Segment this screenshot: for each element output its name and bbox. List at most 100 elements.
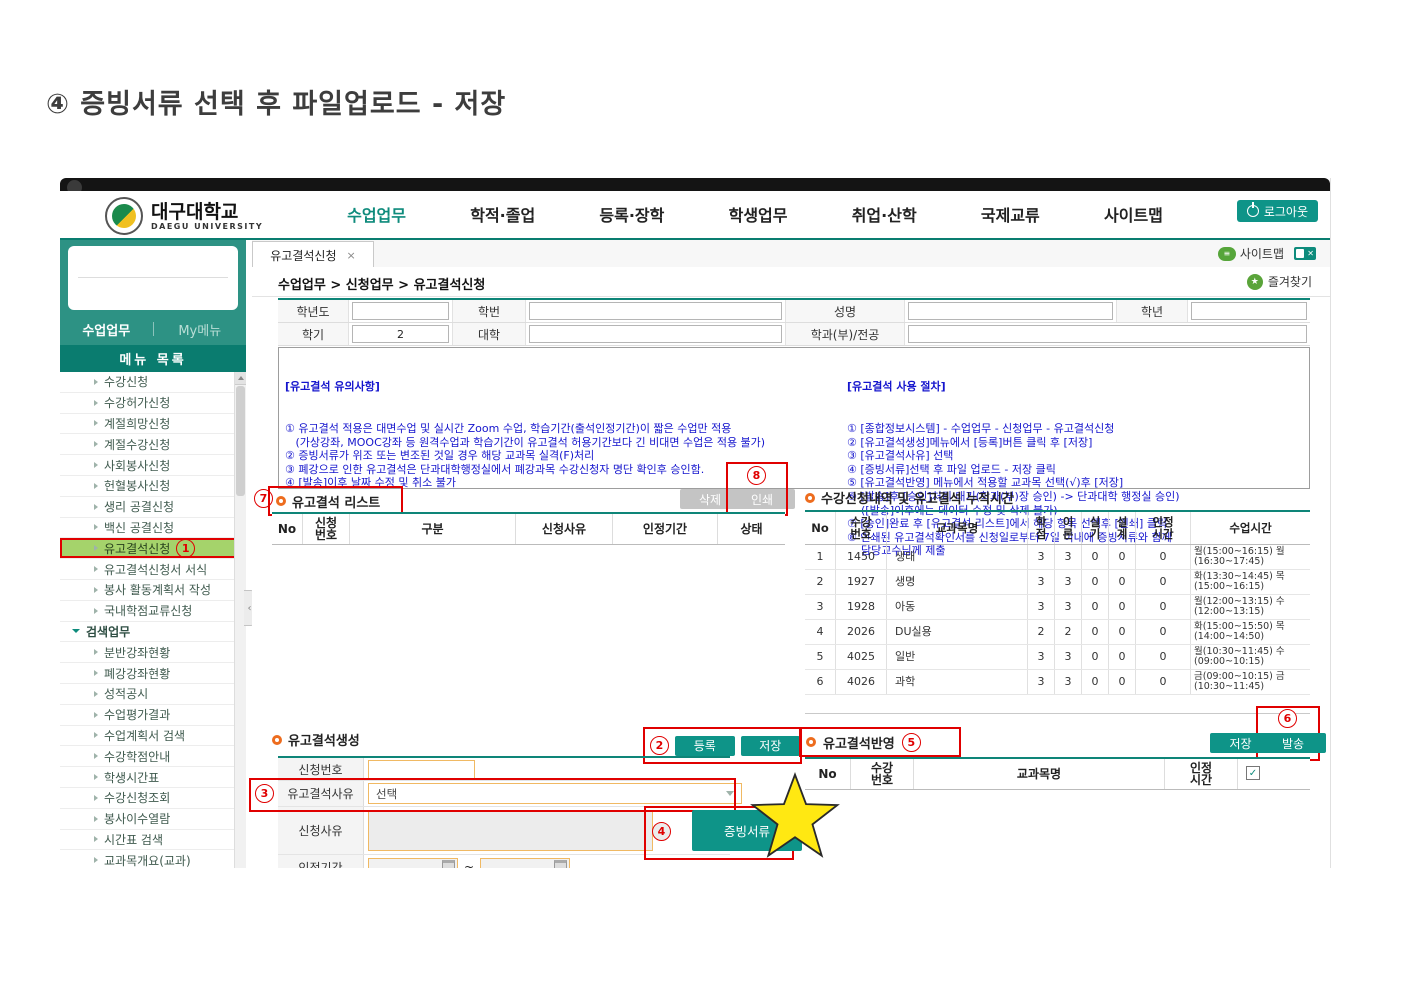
reason-textarea[interactable] (368, 811, 653, 851)
breadcrumb: 수업업무 > 신청업무 > 유고결석신청 (278, 274, 485, 293)
logout-button[interactable]: 로그아웃 (1237, 200, 1318, 222)
calendar-icon[interactable] (442, 860, 455, 868)
sidebar-menu-item[interactable]: 학생시간표 (60, 767, 246, 788)
period-start-input[interactable] (368, 858, 458, 868)
sidebar-menu-item[interactable]: 교과목개요(교과) (60, 850, 246, 868)
sidebar-menu-item[interactable]: 봉사이수열람 (60, 809, 246, 830)
arrow-icon (94, 712, 98, 718)
nav-item[interactable]: 등록·장학 (599, 202, 664, 226)
sidebar-menu-item[interactable]: 백신 공결신청 (60, 518, 246, 539)
cell-credit: 3 (1028, 645, 1055, 669)
calendar-icon[interactable] (554, 860, 567, 868)
cell-hours: 0 (1136, 645, 1191, 669)
cell-time: 월(10:30~11:45) 수(09:00~10:15) (1191, 645, 1310, 669)
apply-section-title: 유고결석반영 (823, 733, 895, 752)
sidebar-menu-item[interactable]: 분반강좌현황 (60, 642, 246, 663)
sidebar-menu-item[interactable]: 사회봉사신청 (60, 455, 246, 476)
send-button[interactable]: 발송 (1260, 733, 1326, 753)
sidebar-menu-item[interactable]: 유고결석신청서 서식 (60, 559, 246, 580)
absence-list-header: No신청 번호구분신청사유인정기간상태 (272, 512, 785, 545)
sidebar-menu-item[interactable]: 수강허가신청 (60, 393, 246, 414)
cell-name: 아동 (887, 595, 1028, 619)
sidebar-item-label: 폐강강좌현황 (104, 665, 170, 682)
close-all-windows-icon[interactable]: ✕ (1294, 247, 1316, 260)
cell-no: 5 (805, 645, 836, 669)
scroll-thumb[interactable] (236, 386, 245, 496)
year-input[interactable] (352, 302, 449, 320)
sidebar: 수업업무 My메뉴 메뉴 목록 수강신청 수강허가신청 계절희망신청 (60, 240, 246, 868)
arrow-icon (94, 857, 98, 863)
sidebar-menu-item[interactable]: 봉사 활동계획서 작성 (60, 580, 246, 601)
college-input[interactable] (529, 325, 782, 343)
sidebar-menu-item[interactable]: 검색업무 (60, 622, 246, 643)
sidebar-menu-item[interactable]: 계절희망신청 (60, 414, 246, 435)
sidebar-menu-item[interactable]: 수강학점안내 (60, 746, 246, 767)
close-icon[interactable]: × (347, 249, 356, 262)
save-button[interactable]: 저장 (741, 736, 801, 756)
nav-item[interactable]: 수업업무 (347, 202, 406, 226)
university-emblem-icon (105, 197, 143, 235)
sitemap-link[interactable]: ≡ 사이트맵 (1218, 245, 1284, 262)
major-input[interactable] (908, 325, 1307, 343)
sidebar-menu-item[interactable]: 수업평가결과 (60, 705, 246, 726)
create-section-title: 유고결석생성 (272, 730, 360, 749)
cell-practice: 0 (1082, 570, 1109, 594)
select-all-checkbox[interactable]: ✓ (1246, 766, 1260, 780)
sidebar-menu-item[interactable]: 생리 공결신청 (60, 497, 246, 518)
nav-item[interactable]: 학생업무 (729, 202, 788, 226)
tilde: ~ (464, 860, 474, 868)
annotation-box-apply: 유고결석반영 5 (799, 727, 961, 757)
cell-name: 생명 (887, 570, 1028, 594)
name-label: 성명 (786, 300, 905, 322)
sidebar-item-label: 유고결석신청서 서식 (104, 561, 207, 578)
sitemap-label: 사이트맵 (1240, 245, 1284, 262)
cell-no: 3 (805, 595, 836, 619)
column-header: 수강 번호 (851, 759, 914, 789)
tab-absence-application[interactable]: 유고결석신청 × (252, 241, 374, 268)
register-button[interactable]: 등록 (675, 736, 735, 756)
arrow-icon (94, 566, 98, 572)
sidebar-menu-item[interactable]: 수업계획서 검색 (60, 726, 246, 747)
notice-line: ④ [증빙서류]선택 후 파일 업로드 - 저장 클릭 (847, 463, 1303, 477)
semester-input[interactable]: 2 (352, 325, 449, 343)
sidebar-menu-item[interactable]: 유고결석신청 1 (60, 538, 246, 559)
annotation-circle-3: 3 (255, 784, 274, 803)
section-bullet-icon (805, 493, 815, 503)
nav-item[interactable]: 국제교류 (981, 202, 1040, 226)
arrow-icon (94, 441, 98, 447)
scroll-up-icon[interactable] (235, 372, 246, 385)
arrow-icon (94, 732, 98, 738)
favorite-button[interactable]: ★ 즐겨찾기 (1247, 273, 1312, 290)
reason-label: 신청사유 (278, 807, 364, 854)
notice-right-title: [유고결석 사용 절차] (847, 380, 1303, 394)
sidebar-menu-item[interactable]: 계절수강신청 (60, 434, 246, 455)
year-label: 학년도 (278, 300, 349, 322)
student-id-input[interactable] (529, 302, 782, 320)
sidebar-menu-item[interactable]: 국내학점교류신청 (60, 601, 246, 622)
sidebar-menu-item[interactable]: 수강신청조회 (60, 788, 246, 809)
period-end-input[interactable] (480, 858, 570, 868)
sidebar-item-label: 헌혈봉사신청 (104, 477, 170, 494)
cell-name: 과학 (887, 670, 1028, 694)
apply-no-input[interactable] (368, 760, 475, 779)
cell-time: 화(13:30~14:45) 목(15:00~16:15) (1191, 570, 1310, 594)
grade-input[interactable] (1191, 302, 1307, 320)
sidebar-item-label: 학생시간표 (104, 769, 159, 786)
student-id-label: 학번 (453, 300, 526, 322)
cell-design: 0 (1109, 670, 1136, 694)
sidebar-menu-item[interactable]: 헌혈봉사신청 (60, 476, 246, 497)
nav-item[interactable]: 사이트맵 (1104, 202, 1163, 226)
cell-design: 0 (1109, 645, 1136, 669)
column-header: 신청사유 (516, 514, 613, 544)
sidebar-menu-item[interactable]: 성적공시 (60, 684, 246, 705)
name-input[interactable] (908, 302, 1113, 320)
sidebar-menu-item[interactable]: 수강신청 (60, 372, 246, 393)
sidebar-menu-item[interactable]: 시간표 검색 (60, 830, 246, 851)
sidebar-menu-item[interactable]: 폐강강좌현황 (60, 663, 246, 684)
cell-no: 6 (805, 670, 836, 694)
sidebar-tab-mymenu[interactable]: My메뉴 (154, 320, 247, 339)
cell-design: 0 (1109, 620, 1136, 644)
nav-item[interactable]: 학적·졸업 (470, 202, 535, 226)
sidebar-tab-work[interactable]: 수업업무 (60, 320, 153, 339)
nav-item[interactable]: 취업·산학 (852, 202, 917, 226)
